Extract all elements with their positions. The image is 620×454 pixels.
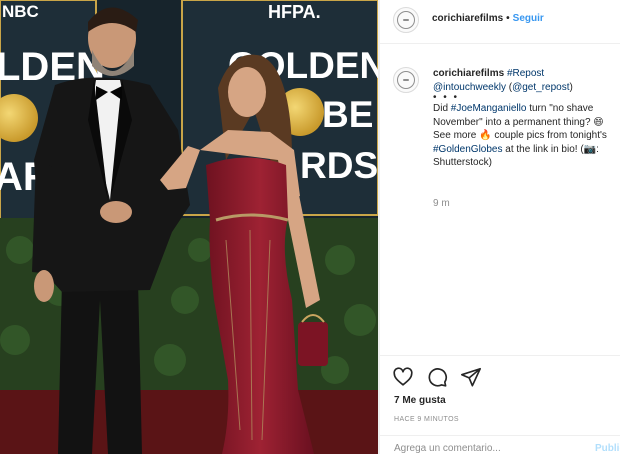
banner-right-line-2: BE [322, 94, 373, 135]
post-actions: 7 Me gusta HACE 9 MINUTOS [380, 355, 620, 435]
banner-right-line-3: RDS [300, 145, 378, 186]
caption-ellipsis: • • • [433, 92, 460, 103]
action-icons [392, 366, 482, 388]
caption-text-1: Did [433, 103, 451, 114]
mention-get-repost[interactable]: @get_repost [512, 82, 569, 93]
author-avatar[interactable] [393, 7, 419, 33]
post-header: corichiarefilms • Seguir [380, 0, 620, 44]
caption-username[interactable]: corichiarefilms [433, 68, 504, 79]
heart-icon[interactable] [392, 366, 414, 388]
hashtag-joemanganiello[interactable]: #JoeManganiello [451, 103, 527, 114]
hashtag-repost[interactable]: #Repost [507, 68, 544, 79]
mention-intouchweekly[interactable]: @intouchweekly [433, 82, 506, 93]
follow-button[interactable]: Seguir [513, 13, 544, 24]
banner-right-top: HFPA. [268, 2, 321, 22]
likes-count[interactable]: 7 Me gusta [394, 395, 446, 406]
mention-close-paren: ) [569, 81, 573, 93]
comment-input[interactable] [394, 440, 564, 454]
author-line: corichiarefilms • Seguir [432, 13, 544, 24]
caption-timestamp[interactable]: 9 m [433, 198, 450, 209]
publish-button[interactable]: Publicar [595, 443, 620, 454]
author-separator: • [506, 13, 510, 24]
add-comment-bar: Publicar [380, 435, 620, 454]
caption-text: corichiarefilms #Repost @intouchweekly (… [433, 67, 620, 170]
post-photo[interactable]: NBC LDEN ARE HFPA. GOLDEN BE RDS [0, 0, 378, 454]
post-time-ago[interactable]: HACE 9 MINUTOS [394, 416, 459, 423]
comment-icon[interactable] [426, 366, 448, 388]
photo-illustration: NBC LDEN ARE HFPA. GOLDEN BE RDS [0, 0, 378, 454]
share-icon[interactable] [460, 366, 482, 388]
caption-avatar[interactable] [393, 67, 419, 93]
author-username[interactable]: corichiarefilms [432, 13, 503, 24]
hashtag-goldenglobes[interactable]: #GoldenGlobes [433, 144, 503, 155]
banner-left-top: NBC [2, 2, 39, 21]
post-details-panel: corichiarefilms • Seguir corichiarefilms #… [380, 0, 620, 454]
